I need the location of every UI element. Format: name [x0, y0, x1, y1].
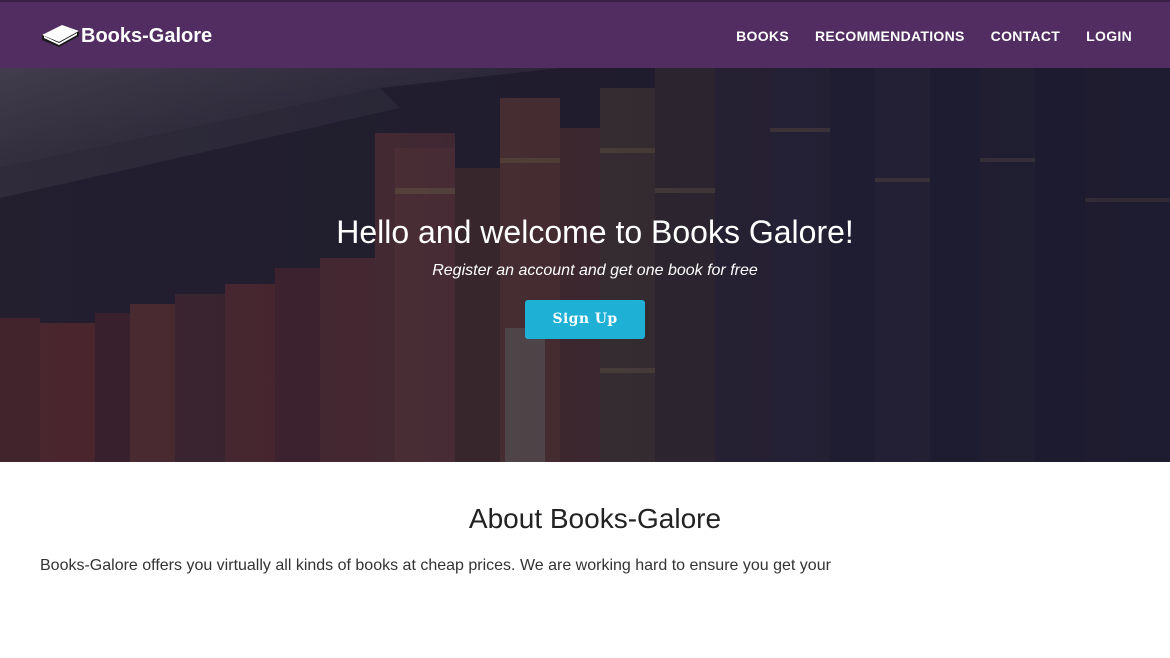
hero-subtitle: Register an account and get one book for… [432, 262, 758, 279]
nav-link-books[interactable]: BOOKS [736, 27, 789, 45]
sign-up-button[interactable]: Sign Up [525, 300, 645, 339]
nav-links: BOOKS RECOMMENDATIONS CONTACT LOGIN [710, 27, 1132, 45]
hero-section: Hello and welcome to Books Galore! Regis… [0, 68, 1170, 462]
about-section-text: Books-Galore offers you virtually all ki… [40, 557, 831, 574]
nav-link-login[interactable]: LOGIN [1086, 27, 1132, 45]
book-icon [42, 25, 79, 47]
hero-title: Hello and welcome to Books Galore! [336, 214, 854, 250]
brand-name: Books-Galore [81, 25, 213, 47]
top-navbar: Books-Galore BOOKS RECOMMENDATIONS CONTA… [0, 0, 1170, 68]
nav-link-recommendations[interactable]: RECOMMENDATIONS [815, 27, 965, 45]
brand-logo-link[interactable]: Books-Galore [40, 22, 212, 50]
hero-content: Hello and welcome to Books Galore! Regis… [0, 212, 1170, 339]
about-section-title: About Books-Galore [468, 503, 722, 534]
nav-link-contact[interactable]: CONTACT [991, 27, 1061, 45]
